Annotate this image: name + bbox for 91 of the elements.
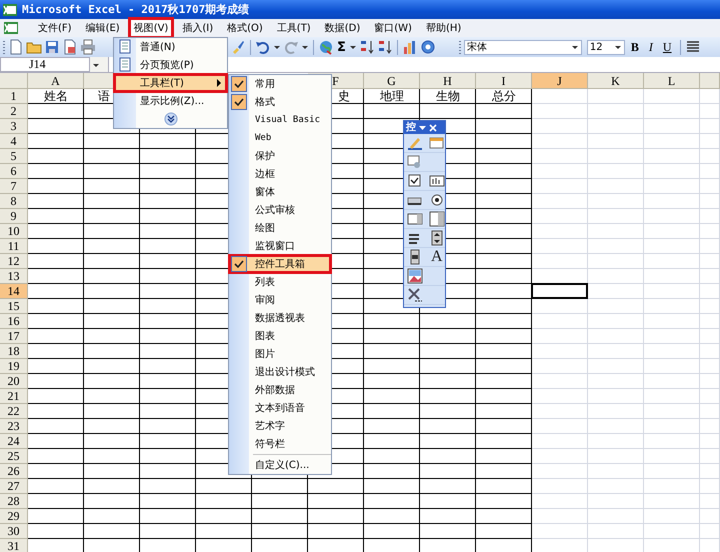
row-header[interactable]: 30 <box>0 524 28 539</box>
font-name: 宋体 <box>466 40 487 54</box>
row-header[interactable]: 12 <box>0 254 28 269</box>
menu-item[interactable]: 工具栏(T) <box>114 74 227 92</box>
row-header[interactable]: 18 <box>0 344 28 359</box>
italic-button[interactable]: I <box>644 40 657 54</box>
menu-item[interactable]: 绘图 <box>229 219 331 237</box>
menu-item[interactable]: 公式审核 <box>229 201 331 219</box>
menu-item[interactable]: 外部数据 <box>229 381 331 399</box>
row-header[interactable]: 16 <box>0 314 28 329</box>
menu-item[interactable]: 控件工具箱 <box>229 255 331 273</box>
row-header[interactable]: 10 <box>0 224 28 239</box>
menu-item[interactable]: 文件(F) <box>35 20 75 36</box>
column-header[interactable]: A <box>28 73 84 89</box>
table-cell-text: 总分 <box>491 89 517 103</box>
table-cell-text: 史 <box>337 89 351 103</box>
font-field[interactable]: 宋体 <box>464 40 582 54</box>
row-header[interactable]: 4 <box>0 134 28 149</box>
row-header[interactable]: 28 <box>0 494 28 509</box>
menu-item[interactable]: 窗体 <box>229 183 331 201</box>
autosum-button[interactable]: Σ <box>336 40 347 54</box>
column-header[interactable]: I <box>476 73 532 89</box>
label-tool-button[interactable]: A <box>429 249 445 265</box>
menu-item[interactable]: 窗口(W) <box>371 20 415 36</box>
row-header[interactable]: 8 <box>0 194 28 209</box>
row-header[interactable]: 1 <box>0 89 28 104</box>
column-header[interactable]: J <box>532 73 588 89</box>
row-header[interactable]: 21 <box>0 389 28 404</box>
row-header[interactable]: 22 <box>0 404 28 419</box>
row-header[interactable]: 13 <box>0 269 28 284</box>
font-size-value: 12 <box>590 42 603 52</box>
font-size-field[interactable]: 12 <box>586 40 625 54</box>
menu-item[interactable]: Visual Basic <box>229 111 331 129</box>
menu-item[interactable]: 列表 <box>229 273 331 291</box>
toolbox-title: 控 <box>406 122 416 132</box>
underline-button[interactable]: U <box>658 40 676 54</box>
menu-item[interactable]: 视图(V) <box>130 20 172 36</box>
row-header[interactable]: 31 <box>0 539 28 552</box>
column-header[interactable]: G <box>364 73 420 89</box>
row-header[interactable]: 29 <box>0 509 28 524</box>
row-header[interactable]: 7 <box>0 179 28 194</box>
row-header[interactable]: 19 <box>0 359 28 374</box>
menu-item[interactable]: 分页预览(P) <box>114 56 227 74</box>
menu-item[interactable]: 图片 <box>229 345 331 363</box>
name-box[interactable]: J14 <box>0 57 90 72</box>
column-header[interactable]: K <box>588 73 644 89</box>
menu-item[interactable]: 数据(D) <box>322 20 364 36</box>
row-header[interactable]: 5 <box>0 149 28 164</box>
row-header[interactable]: 26 <box>0 464 28 479</box>
menu-item[interactable]: 符号栏 <box>229 435 331 453</box>
table-cell-text: 姓名 <box>43 89 69 103</box>
row-header[interactable]: 6 <box>0 164 28 179</box>
menu-item[interactable]: 文本到语音 <box>229 399 331 417</box>
column-header[interactable]: H <box>420 73 476 89</box>
menu-item[interactable]: 边框 <box>229 165 331 183</box>
menu-item[interactable]: 格式 <box>229 93 331 111</box>
row-header[interactable]: 9 <box>0 209 28 224</box>
row-header[interactable]: 23 <box>0 419 28 434</box>
window-title: Microsoft Excel - 2017秋1707期考成绩 <box>22 2 250 17</box>
bold-button[interactable]: B <box>626 40 643 54</box>
menu-item[interactable]: 监视窗口 <box>229 237 331 255</box>
row-header[interactable]: 20 <box>0 374 28 389</box>
menu-item[interactable]: 图表 <box>229 327 331 345</box>
menu-item[interactable]: 退出设计模式 <box>229 363 331 381</box>
row-header[interactable]: 2 <box>0 104 28 119</box>
menu-item[interactable]: 艺术字 <box>229 417 331 435</box>
menu-item[interactable]: 帮助(H) <box>422 20 464 36</box>
table-cell-text: 地理 <box>379 89 405 103</box>
row-header[interactable]: 15 <box>0 299 28 314</box>
menu-item[interactable]: 数据透视表 <box>229 309 331 327</box>
menu-item[interactable]: 插入(I) <box>179 20 216 36</box>
table-cell-text: 语 <box>97 89 111 103</box>
menu-item[interactable]: 格式(O) <box>224 20 266 36</box>
row-header[interactable]: 17 <box>0 329 28 344</box>
row-header[interactable]: 11 <box>0 239 28 254</box>
menu-item[interactable]: 保护 <box>229 147 331 165</box>
row-header[interactable]: 25 <box>0 449 28 464</box>
row-header[interactable]: 3 <box>0 119 28 134</box>
toolbox-title-bar[interactable]: 控 <box>404 121 445 134</box>
menu-item[interactable]: 工具(T) <box>274 20 314 36</box>
row-header[interactable]: 14 <box>0 284 28 299</box>
menu-item[interactable]: 显示比例(Z)... <box>114 92 227 110</box>
cell-reference: J14 <box>29 57 46 72</box>
row-header[interactable]: 27 <box>0 479 28 494</box>
menu-item[interactable]: 普通(N) <box>114 38 227 56</box>
table-cell-text: 生物 <box>435 89 461 103</box>
column-header[interactable]: L <box>644 73 700 89</box>
row-header[interactable]: 24 <box>0 434 28 449</box>
menu-item[interactable]: 审阅 <box>229 291 331 309</box>
menu-item[interactable]: 编辑(E) <box>82 20 123 36</box>
menu-item[interactable]: Web <box>229 129 331 147</box>
